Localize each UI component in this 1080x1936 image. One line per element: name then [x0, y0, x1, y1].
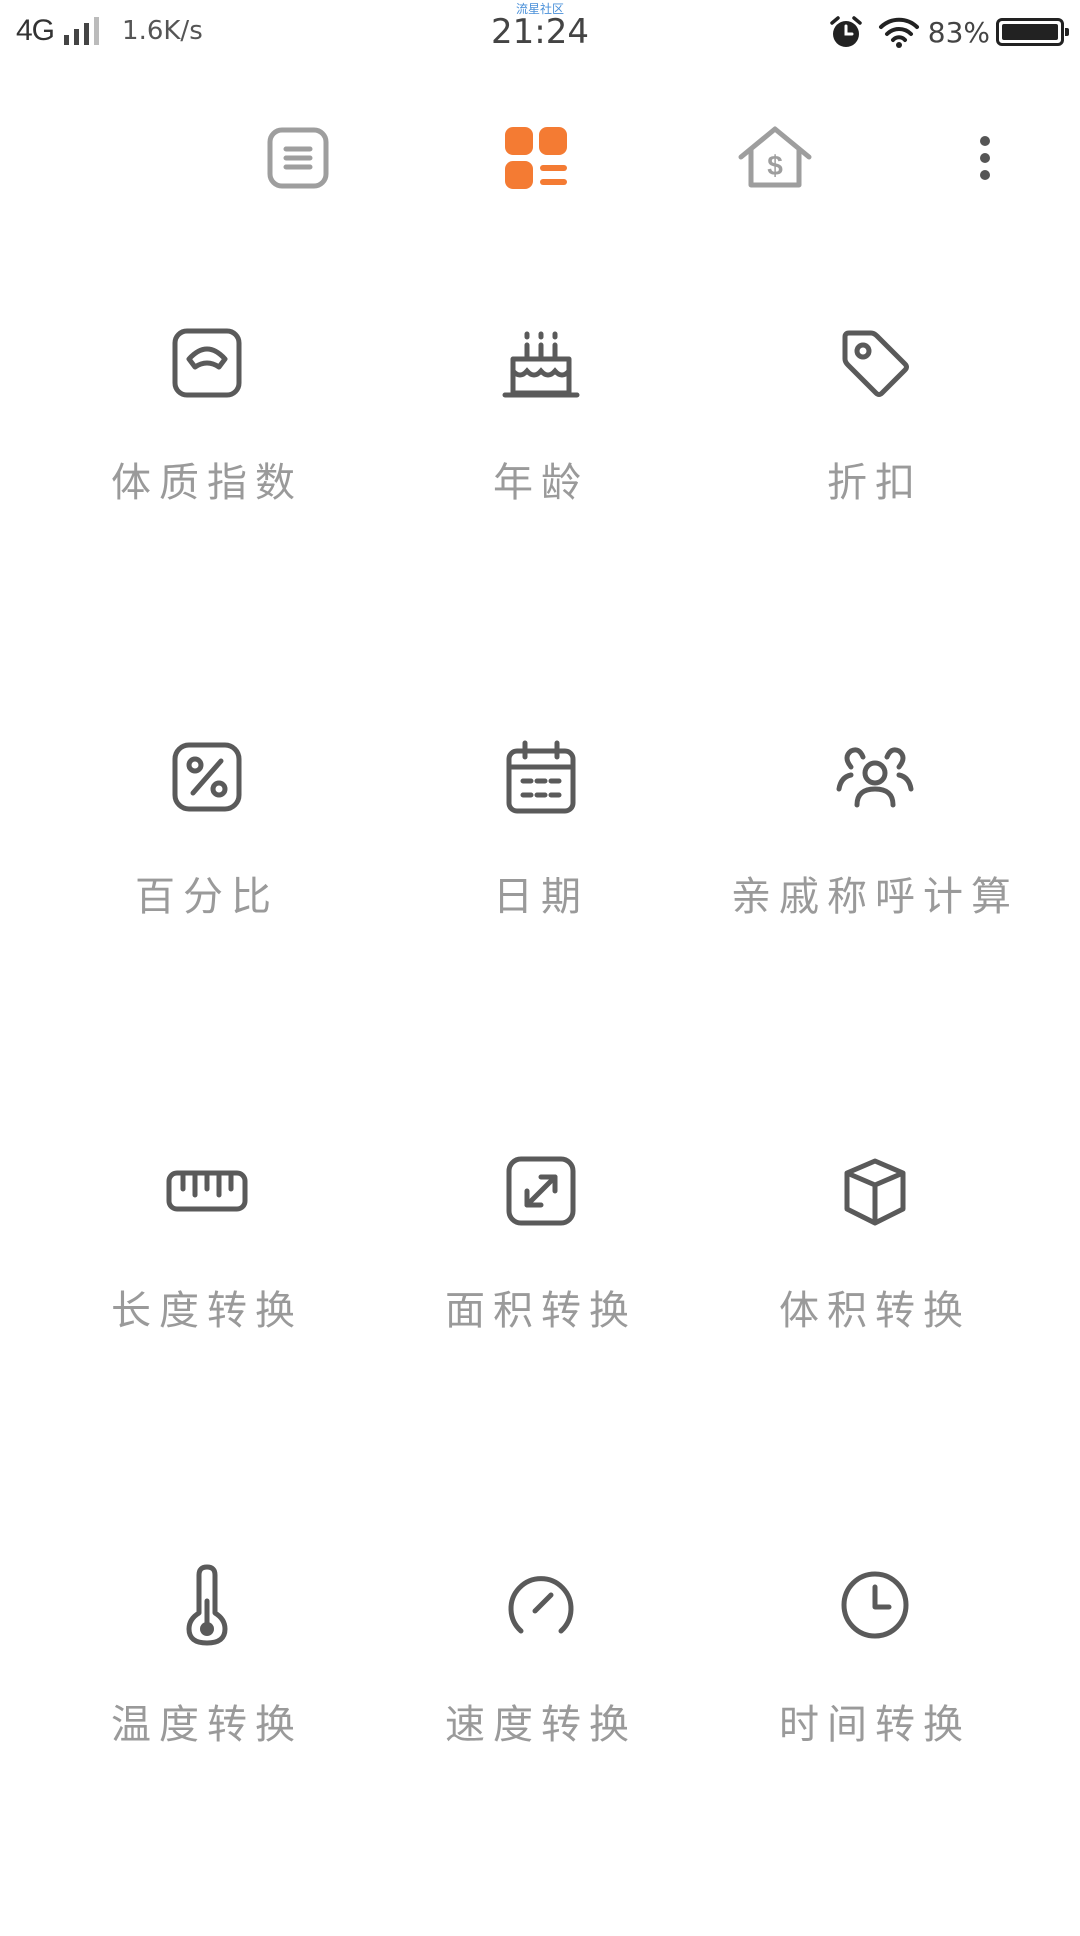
tool-area[interactable]: 面积转换 — [374, 1108, 708, 1522]
ruler-icon — [162, 1146, 252, 1236]
alarm-icon — [828, 14, 864, 50]
cube-icon — [830, 1146, 920, 1236]
people-icon — [830, 732, 920, 822]
battery-icon — [996, 18, 1069, 46]
grid-icon — [503, 125, 569, 195]
house-dollar-icon: $ — [735, 123, 815, 197]
tool-label: 体积转换 — [779, 1288, 971, 1334]
svg-text:$: $ — [767, 150, 783, 181]
battery-percent: 83% — [927, 15, 990, 49]
tool-length[interactable]: 长度转换 — [40, 1108, 374, 1522]
list-icon — [265, 125, 331, 195]
tool-label: 面积转换 — [445, 1288, 637, 1334]
status-right: 83% — [828, 14, 1069, 50]
tool-label: 年龄 — [493, 460, 589, 506]
speedometer-icon — [496, 1560, 586, 1650]
percent-icon — [162, 732, 252, 822]
tool-label: 日期 — [493, 874, 589, 920]
more-icon — [978, 135, 992, 185]
more-menu-button[interactable] — [940, 110, 1030, 210]
tool-speed[interactable]: 速度转换 — [374, 1522, 708, 1936]
tool-label: 速度转换 — [445, 1702, 637, 1748]
tool-relatives[interactable]: 亲戚称呼计算 — [708, 694, 1042, 1108]
tag-icon — [830, 318, 920, 408]
scale-icon — [162, 318, 252, 408]
tool-label: 体质指数 — [111, 460, 303, 506]
tool-bmi[interactable]: 体质指数 — [40, 280, 374, 694]
calendar-icon — [496, 732, 586, 822]
clock-icon — [830, 1560, 920, 1650]
tool-volume[interactable]: 体积转换 — [708, 1108, 1042, 1522]
tool-grid: 体质指数 年龄 折扣 百分比 日期 亲戚称呼计算 长度转换 面积转换 体积转换 … — [0, 280, 1080, 1936]
expand-icon — [496, 1146, 586, 1236]
tool-discount[interactable]: 折扣 — [708, 280, 1042, 694]
tool-label: 百分比 — [135, 874, 279, 920]
tool-time[interactable]: 时间转换 — [708, 1522, 1042, 1936]
tool-label: 时间转换 — [779, 1702, 971, 1748]
tool-label: 温度转换 — [111, 1702, 303, 1748]
list-tab-button[interactable] — [248, 110, 348, 210]
tool-label: 长度转换 — [111, 1288, 303, 1334]
top-toolbar: $ — [0, 110, 1080, 210]
tool-label: 折扣 — [827, 460, 923, 506]
grid-tab-button[interactable] — [486, 110, 586, 210]
finance-tab-button[interactable]: $ — [725, 110, 825, 210]
status-bar: 流星社区 4G 1.6K/s 21:24 83% — [0, 0, 1080, 70]
tool-temperature[interactable]: 温度转换 — [40, 1522, 374, 1936]
thermometer-icon — [162, 1560, 252, 1650]
tool-date[interactable]: 日期 — [374, 694, 708, 1108]
wifi-icon — [878, 15, 920, 49]
tool-label: 亲戚称呼计算 — [731, 874, 1019, 920]
tool-percent[interactable]: 百分比 — [40, 694, 374, 1108]
tool-age[interactable]: 年龄 — [374, 280, 708, 694]
cake-icon — [496, 318, 586, 408]
